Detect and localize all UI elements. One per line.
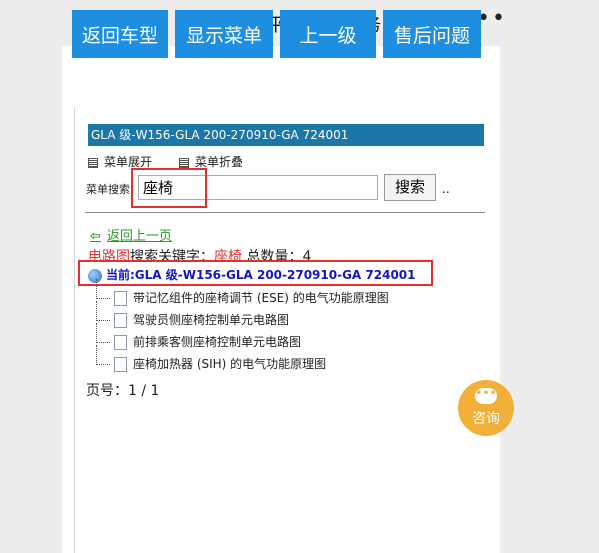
list-item[interactable]: 前排乘客侧座椅控制单元电路图 — [96, 323, 389, 355]
show-menu-button[interactable]: 显示菜单 — [175, 10, 273, 58]
list-item-label: 座椅加热器 (SIH) 的电气功能原理图 — [133, 357, 327, 371]
list-item[interactable]: 座椅加热器 (SIH) 的电气功能原理图 — [96, 345, 389, 377]
search-highlight-box — [131, 168, 207, 208]
list-item[interactable]: 驾驶员侧座椅控制单元电路图 — [96, 301, 389, 333]
result-tree: 带记忆组件的座椅调节 (ESE) 的电气功能原理图 驾驶员侧座椅控制单元电路图 … — [96, 279, 389, 377]
after-sales-button[interactable]: 售后问题 — [383, 10, 481, 58]
menu-expand-label: 菜单展开 — [104, 155, 153, 169]
document-icon — [114, 357, 127, 372]
current-highlight-box — [78, 260, 433, 286]
collapse-icon — [179, 157, 189, 168]
search-label: 菜单搜索 — [86, 183, 130, 196]
list-item-label: 前排乘客侧座椅控制单元电路图 — [133, 335, 302, 349]
back-arrow-icon: ⇦ — [90, 229, 101, 244]
consult-label: 咨询 — [472, 411, 500, 427]
up-level-button[interactable]: 上一级 — [280, 10, 376, 58]
back-link[interactable]: ⇦ 返回上一页 — [90, 225, 172, 244]
menu-collapse-label: 菜单折叠 — [195, 155, 244, 169]
breadcrumb: GLA 级-W156-GLA 200-270910-GA 724001 — [88, 124, 484, 146]
pagination: 页号：1 / 1 — [86, 383, 160, 399]
divider — [85, 212, 485, 213]
search-more: .. — [442, 182, 450, 196]
document-icon — [114, 335, 127, 350]
search-button[interactable]: 搜索 — [384, 174, 436, 201]
document-icon — [114, 291, 127, 306]
back-link-label: 返回上一页 — [106, 229, 172, 244]
chat-bubble-icon: ••• — [475, 387, 497, 404]
list-item-label: 驾驶员侧座椅控制单元电路图 — [133, 313, 290, 327]
back-to-model-button[interactable]: 返回车型 — [72, 10, 168, 58]
consult-button[interactable]: ••• 咨询 — [458, 380, 514, 436]
list-item-label: 带记忆组件的座椅调节 (ESE) 的电气功能原理图 — [133, 291, 389, 305]
expand-icon — [88, 157, 98, 168]
list-item[interactable]: 带记忆组件的座椅调节 (ESE) 的电气功能原理图 — [96, 279, 389, 311]
document-icon — [114, 313, 127, 328]
